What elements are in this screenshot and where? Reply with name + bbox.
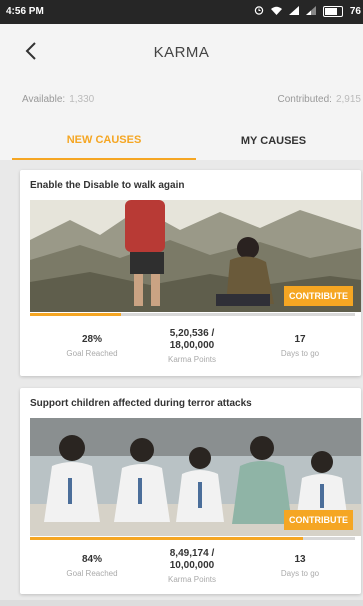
available-value: 1,330 — [69, 94, 95, 105]
bottom-edge — [0, 600, 363, 606]
cause-image: CONTRIBUTE — [30, 418, 361, 536]
goal-stat: 84% Goal Reached — [42, 554, 142, 578]
tab-my-causes[interactable]: MY CAUSES — [196, 122, 351, 160]
points-total: 18,00,000 — [169, 340, 215, 351]
signal-2-icon — [305, 5, 316, 18]
contributed-value: 2,915 — [335, 94, 361, 105]
points-stat: 8,49,174 / 10,00,000 Karma Points — [142, 548, 242, 584]
goal-value: 84% — [81, 554, 102, 565]
days-value: 17 — [294, 334, 306, 345]
status-time: 4:56 PM — [6, 6, 44, 17]
cause-image: CONTRIBUTE — [30, 200, 361, 312]
contributed-label: Contributed: — [277, 94, 332, 105]
cause-title: Enable the Disable to walk again — [30, 180, 185, 191]
cause-card[interactable]: Enable the Disable to walk again CONTRIB… — [20, 170, 361, 376]
contributed-balance: Contributed: 2,915 — [277, 94, 361, 105]
balance-row: Available: 1,330 Contributed: 2,915 — [0, 80, 363, 122]
points-label: Karma Points — [167, 355, 217, 364]
goal-progress-bar — [30, 313, 355, 316]
cause-card[interactable]: Support children affected during terror … — [20, 388, 361, 594]
cause-stats: 84% Goal Reached 8,49,174 / 10,00,000 Ka… — [30, 548, 361, 592]
days-stat: 17 Days to go — [250, 334, 350, 358]
goal-progress-fill — [30, 313, 121, 316]
goal-progress-fill — [30, 537, 303, 540]
days-value: 13 — [294, 554, 306, 565]
contribute-button[interactable]: CONTRIBUTE — [284, 286, 353, 306]
points-stat: 5,20,536 / 18,00,000 Karma Points — [142, 328, 242, 364]
status-icons: 76 — [254, 5, 361, 18]
goal-label: Goal Reached — [66, 349, 118, 358]
goal-stat: 28% Goal Reached — [42, 334, 142, 358]
points-label: Karma Points — [167, 575, 217, 584]
contribute-button[interactable]: CONTRIBUTE — [284, 510, 353, 530]
tab-new-causes[interactable]: NEW CAUSES — [12, 122, 196, 160]
battery-percent: 76 — [349, 6, 361, 17]
cause-tabs: NEW CAUSES MY CAUSES — [0, 122, 363, 160]
points-value: 8,49,174 / — [169, 548, 215, 559]
wifi-icon — [270, 6, 282, 18]
signal-icon — [288, 5, 299, 18]
battery-icon — [322, 6, 343, 17]
points-value: 5,20,536 / — [169, 328, 215, 339]
points-total: 10,00,000 — [169, 560, 215, 571]
days-stat: 13 Days to go — [250, 554, 350, 578]
goal-progress-bar — [30, 537, 355, 540]
available-balance: Available: 1,330 — [22, 94, 94, 105]
app-bar: KARMA — [0, 24, 363, 80]
goal-label: Goal Reached — [66, 569, 118, 578]
days-label: Days to go — [280, 569, 320, 578]
page-title: KARMA — [153, 44, 210, 61]
cause-title: Support children affected during terror … — [30, 398, 252, 409]
status-bar: 4:56 PM 76 — [0, 0, 363, 24]
alarm-icon — [254, 5, 264, 18]
available-label: Available: — [22, 94, 66, 105]
cause-stats: 28% Goal Reached 5,20,536 / 18,00,000 Ka… — [30, 328, 361, 372]
goal-value: 28% — [81, 334, 102, 345]
days-label: Days to go — [280, 349, 320, 358]
